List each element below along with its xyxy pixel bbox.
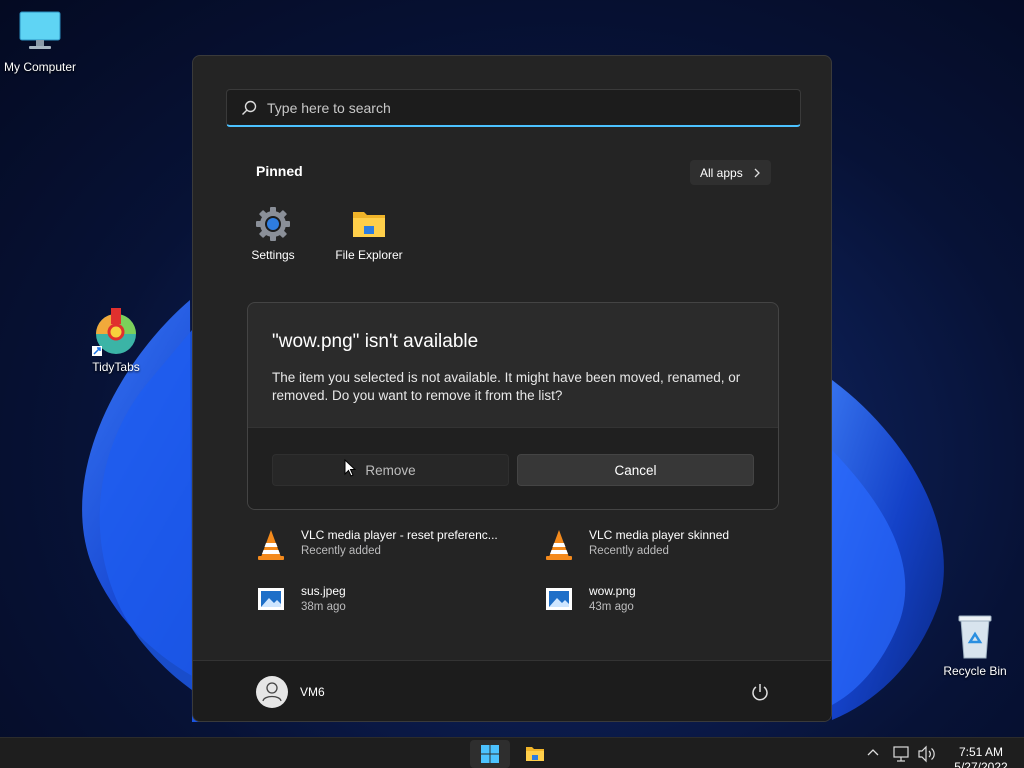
clock-date: 5/27/2022: [954, 760, 1008, 768]
desktop-icon-label: TidyTabs: [92, 360, 140, 374]
monitor-icon: [16, 8, 64, 56]
settings-gear-icon: [255, 206, 291, 242]
power-button[interactable]: [749, 681, 771, 703]
recommended-item[interactable]: sus.jpeg 38m ago: [257, 584, 346, 613]
chevron-right-icon: [754, 168, 760, 177]
recommended-item-sub: 38m ago: [301, 601, 346, 613]
volume-icon[interactable]: [917, 745, 937, 763]
mouse-cursor-icon: [344, 459, 356, 477]
clock-time: 7:51 AM: [958, 745, 1004, 759]
windows-logo-icon: [481, 745, 499, 763]
dialog-title: "wow.png" isn't available: [272, 331, 479, 352]
desktop-icon-my-computer[interactable]: My Computer: [0, 8, 82, 74]
desktop-icon-recycle-bin[interactable]: Recycle Bin: [933, 612, 1017, 678]
folder-icon: [526, 747, 544, 761]
network-icon[interactable]: [893, 745, 911, 763]
recommended-item-sub: Recently added: [301, 545, 381, 557]
taskbar: 7:51 AM 5/27/2022: [0, 737, 1024, 768]
all-apps-button[interactable]: All apps: [690, 160, 771, 185]
pinned-item-label: Settings: [251, 248, 295, 262]
dialog-message: The item you selected is not available. …: [272, 370, 741, 403]
remove-button-label: Remove: [365, 462, 416, 478]
chevron-up-icon[interactable]: [866, 747, 880, 757]
desktop-icon-label: Recycle Bin: [943, 664, 1007, 678]
taskbar-file-explorer[interactable]: [515, 740, 555, 768]
all-apps-label: All apps: [700, 165, 743, 180]
user-account-button[interactable]: VM6: [256, 676, 325, 708]
system-clock[interactable]: 7:51 AM 5/27/2022: [946, 745, 1016, 768]
vlc-cone-icon: [545, 529, 573, 560]
dialog-footer: Remove Cancel: [248, 427, 778, 509]
recommended-item-name: sus.jpeg: [301, 584, 346, 598]
power-icon: [752, 684, 768, 701]
desktop-icon-label: My Computer: [3, 60, 77, 74]
item-unavailable-dialog: "wow.png" isn't available The item you s…: [247, 302, 779, 510]
folder-icon: [351, 206, 387, 242]
recommended-item[interactable]: wow.png 43m ago: [545, 584, 636, 613]
start-button[interactable]: [470, 740, 510, 768]
cancel-button-label: Cancel: [614, 462, 657, 478]
remove-button[interactable]: Remove: [272, 454, 509, 486]
start-menu-footer: VM6: [193, 660, 831, 721]
recommended-item-name: VLC media player skinned: [589, 528, 730, 542]
recommended-item-sub: Recently added: [589, 545, 669, 557]
cancel-button[interactable]: Cancel: [517, 454, 754, 486]
vlc-cone-icon: [257, 529, 285, 560]
recommended-item-name: VLC media player - reset preferenc...: [301, 528, 498, 542]
pinned-item-file-explorer[interactable]: File Explorer: [324, 206, 414, 262]
search-box[interactable]: [226, 89, 801, 127]
start-menu: Pinned All apps: [192, 55, 832, 722]
pinned-heading: Pinned: [256, 163, 303, 179]
tidytabs-icon: [92, 308, 140, 356]
recommended-item-name: wow.png: [589, 584, 636, 598]
image-file-icon: [257, 585, 285, 613]
recommended-item-sub: 43m ago: [589, 601, 634, 613]
user-name: VM6: [300, 685, 325, 699]
image-file-icon: [545, 585, 573, 613]
pinned-item-settings[interactable]: Settings: [228, 206, 318, 262]
recommended-item[interactable]: VLC media player - reset preferenc... Re…: [257, 528, 498, 560]
pinned-item-label: File Explorer: [335, 248, 403, 262]
search-input[interactable]: [267, 99, 767, 116]
recycle-bin-icon: [951, 612, 999, 660]
recommended-item[interactable]: VLC media player skinned Recently added: [545, 528, 730, 560]
avatar: [256, 676, 288, 708]
search-icon: [242, 100, 257, 115]
desktop-icon-tidytabs[interactable]: TidyTabs: [74, 308, 158, 374]
